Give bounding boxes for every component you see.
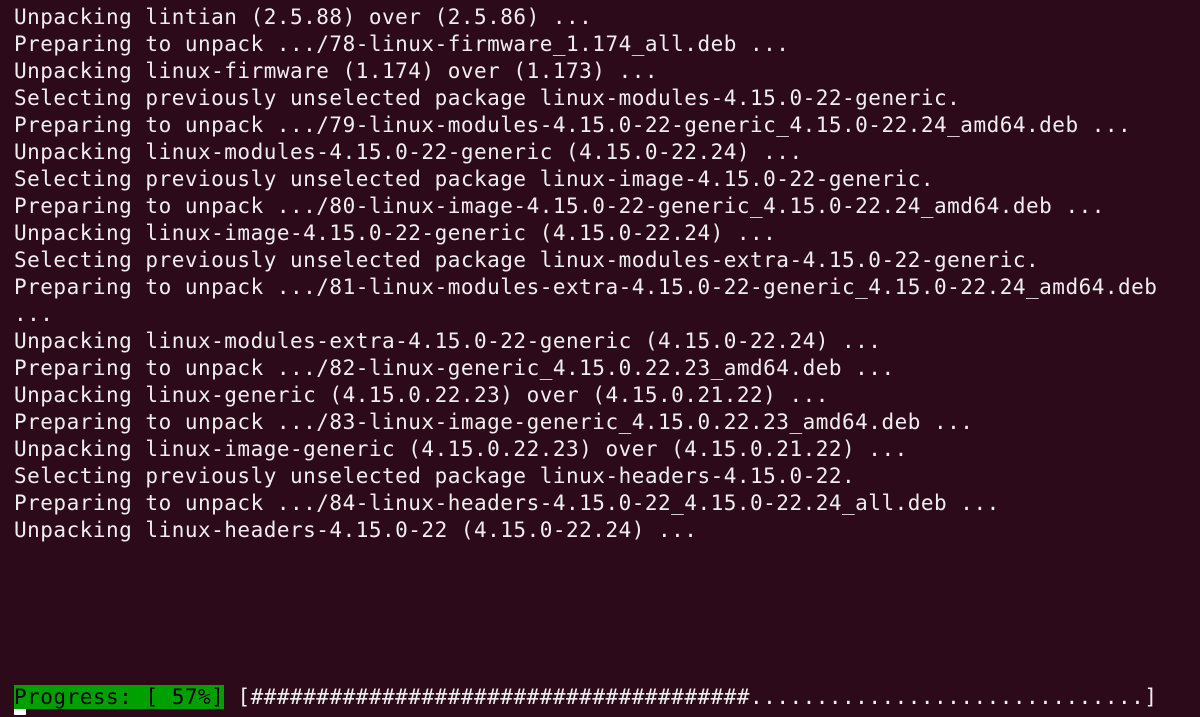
progress-bar: Progress: [ 57%] [######################…	[14, 684, 1157, 711]
progress-bar-open: [	[224, 685, 250, 709]
progress-label: Progress: [ 57%]	[14, 685, 224, 709]
progress-bar-filled: ######################################	[251, 685, 750, 709]
terminal-output: Unpacking lintian (2.5.88) over (2.5.86)…	[14, 4, 1190, 690]
progress-bar-empty: ..............................	[750, 685, 1144, 709]
progress-bar-close: ]	[1144, 685, 1157, 709]
terminal-window[interactable]: Unpacking lintian (2.5.88) over (2.5.86)…	[0, 0, 1200, 717]
